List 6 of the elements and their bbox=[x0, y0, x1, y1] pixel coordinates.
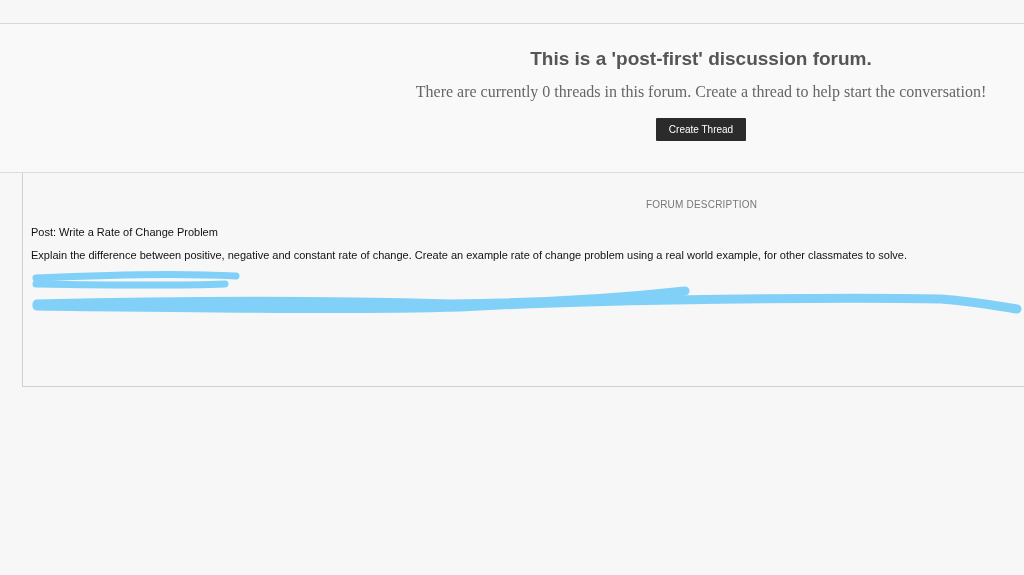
description-text: Post: Write a Rate of Change Problem bbox=[31, 226, 219, 238]
section-heading: FORUM DESCRIPTION bbox=[645, 199, 758, 210]
description-text: Explain the difference between positive, negative and constant rate of change. Create an example rate of change problem using a real world example, for other classmates to solve. bbox=[31, 249, 909, 261]
create-thread-button[interactable]: Create Thread bbox=[655, 118, 747, 141]
empty-forum-message: There are currently 0 threads in this forum. Create a thread to help start the conversation! bbox=[415, 83, 987, 101]
forum-title: This is a 'post-first' discussion forum. bbox=[530, 48, 872, 70]
